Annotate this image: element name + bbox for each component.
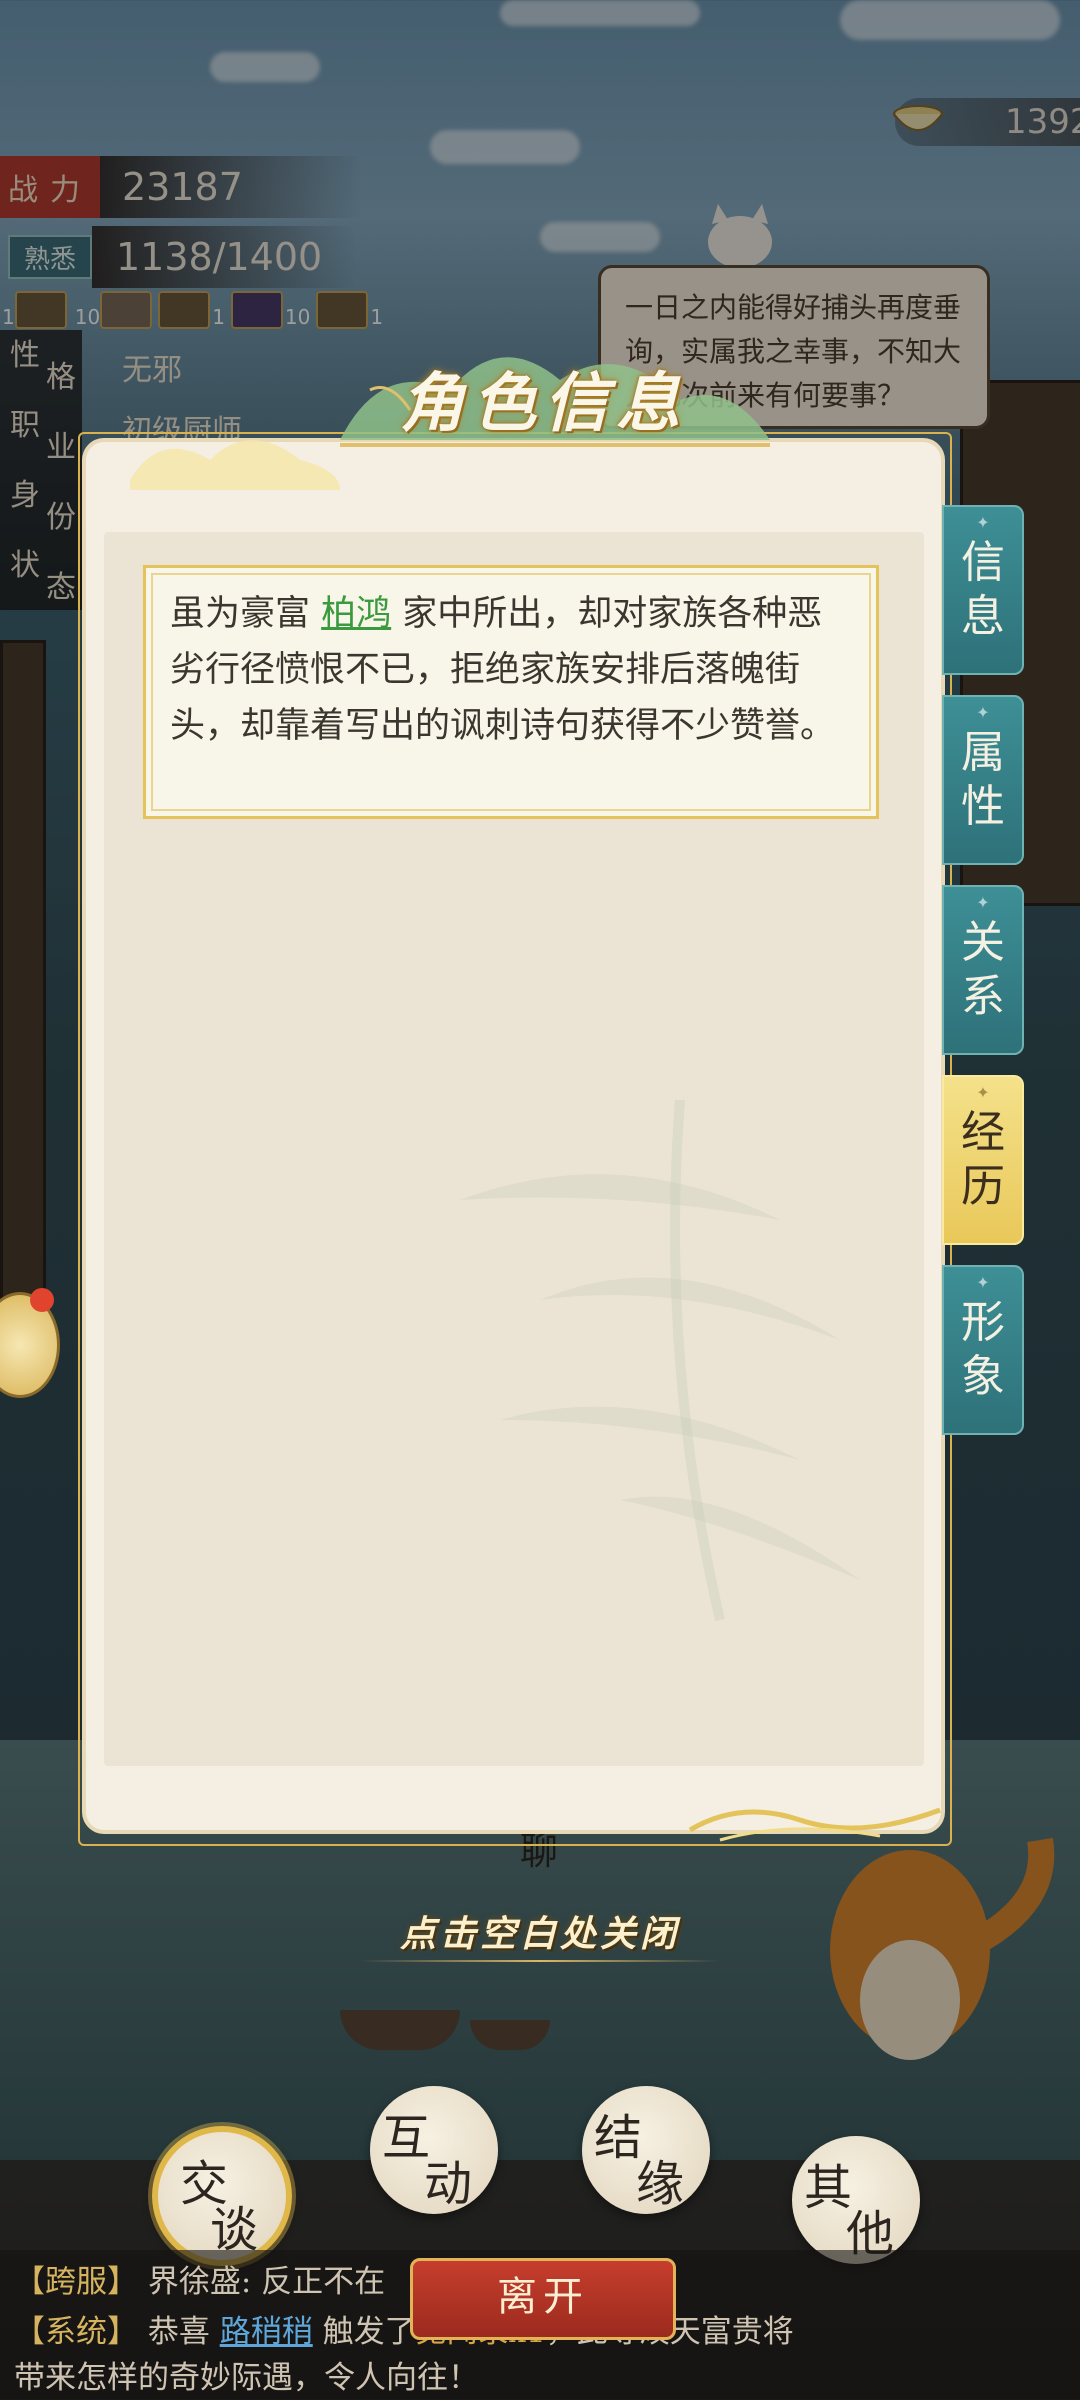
experience-description: 虽为豪富 柏鸿 家中所出，却对家族各种恶劣行径愤恨不已，拒绝家族安排后落魄街头，…	[143, 565, 879, 819]
other-button[interactable]: 其 他	[792, 2136, 920, 2264]
tab-appearance[interactable]: ✦ 形象	[942, 1265, 1024, 1435]
tab-ornament-icon: ✦	[976, 1083, 990, 1102]
chat-line: 【跨服】 界徐盛: 反正不在	[14, 2264, 386, 2300]
tab-attributes[interactable]: ✦ 属性	[942, 695, 1024, 865]
chat-line: 带来怎样的奇妙际遇，令人向往！	[14, 2360, 479, 2396]
bamboo-watermark-icon	[460, 1099, 860, 1622]
tab-ornament-icon: ✦	[976, 703, 990, 722]
talk-button[interactable]: 交 谈	[152, 2126, 292, 2266]
wave-ornament-icon	[688, 1807, 941, 1842]
tab-info[interactable]: ✦ 信息	[942, 505, 1024, 675]
tab-relations[interactable]: ✦ 关系	[942, 885, 1024, 1055]
tab-ornament-icon: ✦	[976, 513, 990, 532]
character-link[interactable]: 柏鸿	[321, 594, 391, 634]
chat-line: 【系统】 恭喜 路稍稍 触发了见闻录x1，此等泼天富贵将	[14, 2306, 794, 2351]
tab-ornament-icon: ✦	[976, 1273, 990, 1292]
hint-divider	[360, 1960, 720, 1962]
tab-ornament-icon: ✦	[976, 893, 990, 912]
player-link[interactable]: 路稍稍	[220, 2314, 313, 2350]
tab-experience[interactable]: ✦ 经历	[942, 1075, 1024, 1245]
leave-button[interactable]: 离开	[410, 2258, 676, 2340]
bond-button[interactable]: 结 缘	[582, 2086, 710, 2214]
modal-title: 角色信息	[400, 366, 688, 441]
notification-dot	[30, 1288, 54, 1312]
interact-button[interactable]: 互 动	[370, 2086, 498, 2214]
cloud-ornament-icon	[130, 440, 340, 490]
close-hint: 点击空白处关闭	[399, 1913, 680, 1955]
